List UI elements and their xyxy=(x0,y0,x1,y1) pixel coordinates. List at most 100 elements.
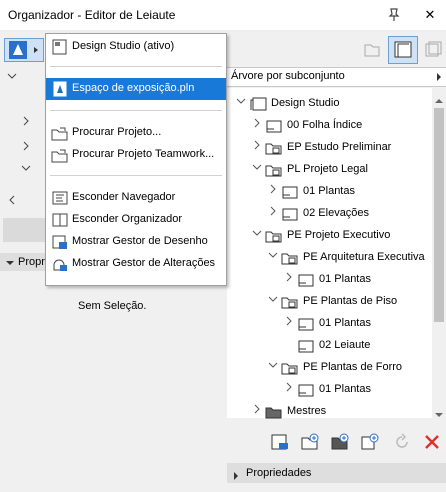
subset-folder-icon xyxy=(265,140,283,156)
chevron-right-icon[interactable] xyxy=(283,382,295,396)
chevron-left-icon[interactable] xyxy=(6,194,18,206)
subset-folder-icon xyxy=(281,360,299,376)
tree-row[interactable]: 01 Plantas xyxy=(227,269,432,291)
layout-book-tab[interactable] xyxy=(388,36,418,64)
chevron-down-icon[interactable] xyxy=(267,250,279,264)
publisher-sets-icon[interactable] xyxy=(423,40,443,63)
tree-row[interactable]: Design Studio xyxy=(227,93,432,115)
scroll-up-icon[interactable] xyxy=(435,94,443,103)
menu-item-browse-teamwork[interactable]: Procurar Projeto Teamwork... xyxy=(46,144,226,166)
chevron-right-icon[interactable] xyxy=(232,469,240,480)
pin-icon[interactable] xyxy=(386,7,402,23)
delete-icon[interactable] xyxy=(422,432,442,452)
subset-folder-icon xyxy=(281,294,299,310)
chevron-right-icon[interactable] xyxy=(20,115,32,127)
open-project-icon xyxy=(51,125,69,141)
chevron-down-icon[interactable] xyxy=(20,162,32,174)
tree-row-label: Mestres xyxy=(287,405,327,417)
subset-folder-icon xyxy=(265,228,283,244)
layout-icon xyxy=(297,316,315,332)
chevron-right-icon[interactable] xyxy=(251,118,263,132)
window-title: Organizador - Editor de Leiaute xyxy=(8,8,176,22)
layout-icon xyxy=(297,338,315,354)
new-subset-icon[interactable] xyxy=(300,432,320,452)
layout-icon xyxy=(297,382,315,398)
tree-row-label: 00 Folha Índice xyxy=(287,119,363,131)
menu-item-hide-navigator[interactable]: Esconder Navegador xyxy=(46,187,226,209)
tree-row[interactable]: 01 Plantas xyxy=(227,379,432,401)
menu-item-design-studio[interactable]: Design Studio (ativo) xyxy=(46,36,226,58)
tree-view-label: Árvore por subconjunto xyxy=(231,70,345,82)
tree-row[interactable]: 02 Elevações xyxy=(227,203,432,225)
layout-icon xyxy=(281,206,299,222)
menu-divider xyxy=(50,175,222,176)
new-master-icon[interactable] xyxy=(330,432,350,452)
tree-row-label: EP Estudo Preliminar xyxy=(287,141,392,153)
tree-row[interactable]: EP Estudo Preliminar xyxy=(227,137,432,159)
tree-row-label: PE Plantas de Forro xyxy=(303,361,403,373)
menu-item-hide-organizer[interactable]: Esconder Organizador xyxy=(46,209,226,231)
tree-row-label: 01 Plantas xyxy=(303,185,355,197)
scroll-down-icon[interactable] xyxy=(435,408,443,417)
chevron-right-icon[interactable] xyxy=(283,316,295,330)
menu-item-label: Esconder Navegador xyxy=(72,191,176,203)
chevron-right-icon[interactable] xyxy=(267,206,279,220)
close-button[interactable]: ✕ xyxy=(422,7,438,23)
layout-book-icon xyxy=(249,96,267,112)
project-icon xyxy=(51,39,69,55)
chevron-right-icon[interactable] xyxy=(251,140,263,154)
chevron-right-icon[interactable] xyxy=(251,404,263,418)
tree-row[interactable]: PE Plantas de Forro xyxy=(227,357,432,379)
tree-row[interactable]: 01 Plantas xyxy=(227,313,432,335)
tree-row-label: PE Plantas de Piso xyxy=(303,295,398,307)
menu-item-label: Design Studio (ativo) xyxy=(72,40,175,52)
menu-item-show-drawing-manager[interactable]: Mostrar Gestor de Desenho xyxy=(46,231,226,253)
chevron-right-icon[interactable] xyxy=(434,71,444,81)
chevron-down-icon[interactable] xyxy=(235,96,247,110)
layout-icon xyxy=(297,272,315,288)
masters-folder-icon xyxy=(265,404,283,420)
menu-item-label: Mostrar Gestor de Desenho xyxy=(72,235,208,247)
menu-item-label: Esconder Organizador xyxy=(72,213,183,225)
project-menu: Design Studio (ativo) Espaço de exposiçã… xyxy=(45,33,227,286)
chevron-down-icon[interactable] xyxy=(251,162,263,176)
menu-item-exposicao-pln[interactable]: Espaço de exposição.pln xyxy=(46,78,226,100)
open-teamwork-icon xyxy=(51,147,69,163)
navigator-button[interactable] xyxy=(3,218,45,242)
menu-item-label: Espaço de exposição.pln xyxy=(72,82,195,94)
new-drawing-icon[interactable] xyxy=(360,432,380,452)
menu-item-browse-project[interactable]: Procurar Projeto... xyxy=(46,122,226,144)
chevron-down-icon[interactable] xyxy=(267,294,279,308)
chevron-right-icon[interactable] xyxy=(20,140,32,152)
navigator-icon xyxy=(51,190,69,206)
chevron-down-icon[interactable] xyxy=(6,70,18,82)
tree-row[interactable]: PE Arquitetura Executiva xyxy=(227,247,432,269)
tree-row[interactable]: 01 Plantas xyxy=(227,181,432,203)
layout-icon xyxy=(265,118,283,134)
chevron-down-icon[interactable] xyxy=(5,257,15,267)
pln-file-icon xyxy=(51,81,69,97)
scrollbar-thumb[interactable] xyxy=(434,108,444,322)
tree-row[interactable]: 00 Folha Índice xyxy=(227,115,432,137)
menu-item-show-change-manager[interactable]: Mostrar Gestor de Alterações xyxy=(46,253,226,275)
drawing-manager-icon xyxy=(51,234,69,250)
menu-divider xyxy=(50,66,222,67)
refresh-icon[interactable] xyxy=(392,432,412,452)
subset-folder-icon xyxy=(265,162,283,178)
tree-row[interactable]: PE Plantas de Piso xyxy=(227,291,432,313)
tree-row-label: 01 Plantas xyxy=(319,383,371,395)
tree-row[interactable]: PE Projeto Executivo xyxy=(227,225,432,247)
chevron-down-icon[interactable] xyxy=(267,360,279,374)
tree-row[interactable]: 02 Leiaute xyxy=(227,335,432,357)
tree-row[interactable]: PL Projeto Legal xyxy=(227,159,432,181)
properties-label: Propr xyxy=(18,256,45,268)
new-layout-icon[interactable] xyxy=(270,432,290,452)
project-chooser-button[interactable] xyxy=(4,38,44,62)
chevron-down-icon[interactable] xyxy=(251,228,263,242)
chevron-right-icon[interactable] xyxy=(267,184,279,198)
tree-row-label: PE Projeto Executivo xyxy=(287,229,391,241)
tree-row-label: PE Arquitetura Executiva xyxy=(303,251,425,263)
chevron-right-icon[interactable] xyxy=(283,272,295,286)
view-map-icon[interactable] xyxy=(362,40,382,63)
change-manager-icon xyxy=(51,256,69,272)
